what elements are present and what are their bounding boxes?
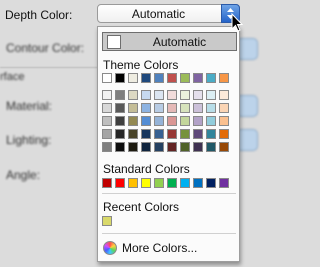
separator bbox=[102, 233, 236, 234]
standard-color-swatch[interactable] bbox=[193, 178, 203, 188]
theme-shade-swatch[interactable] bbox=[128, 116, 138, 126]
color-wheel-icon bbox=[103, 241, 117, 255]
color-picker-popup: Automatic Theme Colors Standard Colors R… bbox=[97, 26, 240, 262]
theme-shade-swatch[interactable] bbox=[193, 116, 203, 126]
surface-section-heading: rface bbox=[0, 71, 25, 83]
theme-shade-swatch[interactable] bbox=[193, 90, 203, 100]
theme-shade-swatch[interactable] bbox=[102, 103, 112, 113]
theme-shade-swatch[interactable] bbox=[206, 90, 216, 100]
standard-color-swatch[interactable] bbox=[206, 178, 216, 188]
mouse-cursor-icon bbox=[231, 13, 244, 32]
theme-color-swatch[interactable] bbox=[154, 73, 164, 83]
theme-color-swatch[interactable] bbox=[193, 73, 203, 83]
automatic-color-button[interactable]: Automatic bbox=[102, 32, 237, 51]
theme-shade-swatch[interactable] bbox=[115, 90, 125, 100]
theme-shade-swatch[interactable] bbox=[102, 90, 112, 100]
theme-shade-swatch[interactable] bbox=[115, 103, 125, 113]
theme-shade-swatch[interactable] bbox=[206, 142, 216, 152]
theme-shade-swatch[interactable] bbox=[206, 116, 216, 126]
theme-shade-swatch[interactable] bbox=[167, 90, 177, 100]
theme-shade-swatch[interactable] bbox=[167, 116, 177, 126]
theme-shade-swatch[interactable] bbox=[193, 129, 203, 139]
theme-shade-swatch[interactable] bbox=[154, 129, 164, 139]
theme-shade-swatch[interactable] bbox=[141, 90, 151, 100]
standard-color-swatch[interactable] bbox=[115, 178, 125, 188]
theme-shade-swatch[interactable] bbox=[206, 103, 216, 113]
theme-shade-swatch[interactable] bbox=[115, 129, 125, 139]
depth-color-select[interactable]: Automatic bbox=[97, 4, 240, 23]
theme-shade-swatch[interactable] bbox=[128, 90, 138, 100]
theme-shade-swatch[interactable] bbox=[206, 129, 216, 139]
theme-shade-swatch[interactable] bbox=[128, 142, 138, 152]
theme-color-swatch[interactable] bbox=[115, 73, 125, 83]
theme-shade-swatch[interactable] bbox=[154, 103, 164, 113]
standard-color-swatch[interactable] bbox=[102, 178, 112, 188]
theme-shade-swatch[interactable] bbox=[141, 129, 151, 139]
contour-color-label: Contour Color: bbox=[6, 41, 85, 55]
theme-shade-swatch[interactable] bbox=[128, 103, 138, 113]
theme-shade-swatch[interactable] bbox=[219, 90, 229, 100]
standard-color-swatch[interactable] bbox=[219, 178, 229, 188]
theme-color-swatch[interactable] bbox=[180, 73, 190, 83]
automatic-swatch bbox=[107, 35, 121, 49]
theme-shade-swatch[interactable] bbox=[167, 142, 177, 152]
theme-shade-swatch[interactable] bbox=[193, 142, 203, 152]
standard-color-swatch[interactable] bbox=[167, 178, 177, 188]
theme-color-swatch[interactable] bbox=[102, 73, 112, 83]
standard-color-swatch[interactable] bbox=[180, 178, 190, 188]
theme-shade-swatch[interactable] bbox=[167, 129, 177, 139]
theme-shade-swatch[interactable] bbox=[154, 142, 164, 152]
theme-color-swatch[interactable] bbox=[206, 73, 216, 83]
theme-shade-swatch[interactable] bbox=[115, 142, 125, 152]
separator bbox=[102, 193, 236, 194]
material-label: Material: bbox=[6, 99, 53, 113]
theme-color-swatch[interactable] bbox=[141, 73, 151, 83]
theme-shade-swatch[interactable] bbox=[128, 129, 138, 139]
standard-color-swatch[interactable] bbox=[128, 178, 138, 188]
section-divider bbox=[0, 67, 100, 68]
theme-color-swatch[interactable] bbox=[128, 73, 138, 83]
theme-shade-swatch[interactable] bbox=[219, 129, 229, 139]
theme-shade-swatch[interactable] bbox=[115, 116, 125, 126]
theme-shade-swatch[interactable] bbox=[219, 116, 229, 126]
theme-shade-swatch[interactable] bbox=[154, 116, 164, 126]
standard-color-swatch[interactable] bbox=[141, 178, 151, 188]
theme-shade-swatch[interactable] bbox=[141, 103, 151, 113]
automatic-label: Automatic bbox=[152, 35, 207, 49]
standard-colors-title: Standard Colors bbox=[103, 162, 190, 176]
theme-shade-swatch[interactable] bbox=[102, 116, 112, 126]
recent-color-swatch[interactable] bbox=[102, 216, 112, 226]
recent-colors-title: Recent Colors bbox=[103, 200, 180, 214]
theme-shade-swatch[interactable] bbox=[180, 142, 190, 152]
theme-shade-swatch[interactable] bbox=[167, 103, 177, 113]
theme-shade-swatch[interactable] bbox=[154, 90, 164, 100]
depth-color-select-value: Automatic bbox=[131, 7, 186, 21]
theme-shade-swatch[interactable] bbox=[102, 129, 112, 139]
theme-color-swatch[interactable] bbox=[167, 73, 177, 83]
theme-shade-swatch[interactable] bbox=[180, 129, 190, 139]
theme-shade-swatch[interactable] bbox=[180, 90, 190, 100]
more-colors-link[interactable]: More Colors... bbox=[122, 241, 197, 255]
theme-color-swatch[interactable] bbox=[219, 73, 229, 83]
theme-shade-swatch[interactable] bbox=[219, 103, 229, 113]
theme-shade-swatch[interactable] bbox=[180, 103, 190, 113]
theme-shade-swatch[interactable] bbox=[180, 116, 190, 126]
theme-colors-title: Theme Colors bbox=[103, 58, 179, 72]
theme-shade-swatch[interactable] bbox=[219, 142, 229, 152]
theme-shade-swatch[interactable] bbox=[141, 116, 151, 126]
lighting-label: Lighting: bbox=[6, 133, 52, 147]
theme-shade-swatch[interactable] bbox=[193, 103, 203, 113]
depth-color-label: Depth Color: bbox=[5, 8, 73, 22]
theme-shade-swatch[interactable] bbox=[141, 142, 151, 152]
standard-color-swatch[interactable] bbox=[154, 178, 164, 188]
theme-shade-swatch[interactable] bbox=[102, 142, 112, 152]
angle-label: Angle: bbox=[6, 168, 41, 182]
